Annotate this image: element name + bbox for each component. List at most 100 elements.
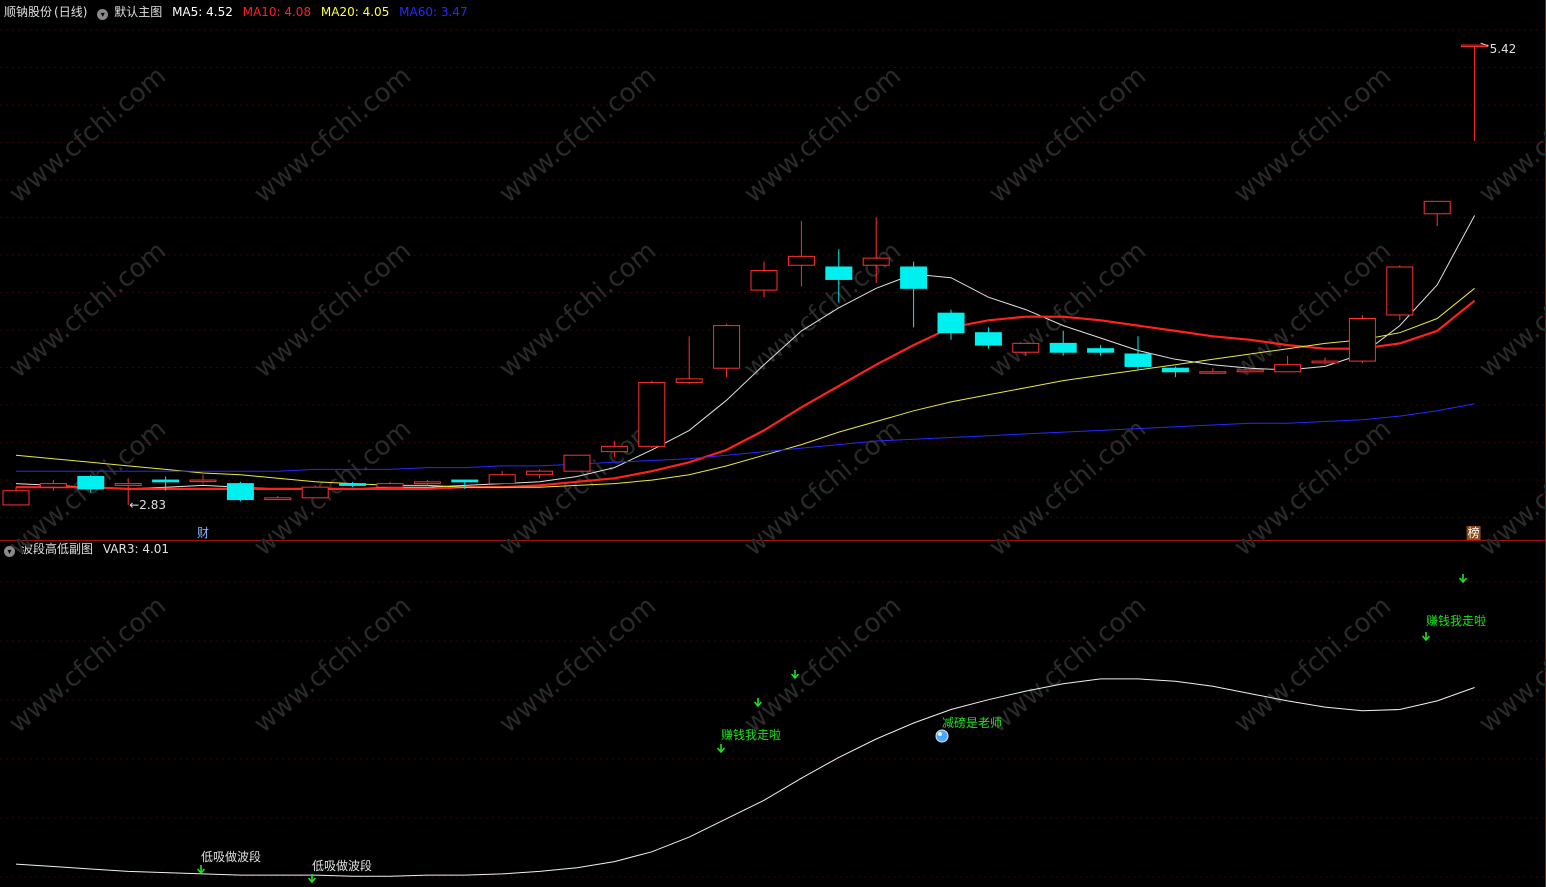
- candle-body: [39, 483, 67, 488]
- candlestick[interactable]: [413, 480, 441, 486]
- down-arrow-icon: [716, 744, 726, 754]
- watermark-text: www.cfchi.com: [3, 61, 172, 209]
- candle-body: [1423, 200, 1451, 215]
- candle-body: [1236, 369, 1264, 373]
- high-price-label: 5.42: [1490, 42, 1517, 56]
- candle-body: [152, 479, 180, 483]
- watermark-text: www.cfchi.com: [1473, 414, 1546, 562]
- watermark-text: www.cfchi.com: [983, 61, 1152, 209]
- candlestick[interactable]: [226, 481, 254, 502]
- signal-label: 减磅是老师: [942, 715, 1002, 730]
- candlestick[interactable]: [1161, 366, 1189, 378]
- candle-body: [77, 476, 105, 490]
- watermark-text: www.cfchi.com: [983, 414, 1152, 562]
- candlestick[interactable]: [937, 309, 965, 340]
- candle-body: [974, 332, 1002, 346]
- candle-body: [301, 486, 329, 499]
- finance-marker[interactable]: 财: [197, 526, 209, 540]
- watermark-text: www.cfchi.com: [493, 591, 662, 739]
- candlestick[interactable]: [301, 485, 329, 499]
- candle-body: [1199, 371, 1227, 374]
- watermark-text: www.cfchi.com: [983, 591, 1152, 739]
- candle-body: [937, 312, 965, 334]
- candlestick[interactable]: [264, 496, 292, 501]
- candle-body: [638, 381, 666, 447]
- down-arrow-icon: [196, 865, 206, 875]
- candlestick[interactable]: [787, 220, 815, 287]
- candle-body: [563, 454, 591, 472]
- candle-body: [1049, 342, 1077, 353]
- watermark-text: www.cfchi.com: [248, 236, 417, 384]
- candlestick[interactable]: [1087, 345, 1115, 356]
- watermark-text: www.cfchi.com: [1228, 591, 1397, 739]
- candlestick[interactable]: [376, 481, 404, 488]
- watermark-text: www.cfchi.com: [1473, 61, 1546, 209]
- watermark-text: www.cfchi.com: [248, 591, 417, 739]
- candlestick[interactable]: [1199, 368, 1227, 374]
- down-arrow-icon: [1421, 632, 1431, 642]
- candle-body: [413, 481, 441, 485]
- watermark-text: www.cfchi.com: [1473, 236, 1546, 384]
- candle-body: [451, 479, 479, 483]
- candle-body: [1012, 342, 1040, 353]
- candle-body: [825, 266, 853, 280]
- candlestick[interactable]: [1348, 314, 1376, 363]
- candlestick[interactable]: [488, 471, 516, 485]
- candle-body: [1124, 353, 1152, 367]
- candle-body: [1274, 364, 1302, 373]
- watermark-text: www.cfchi.com: [738, 61, 907, 209]
- candlestick[interactable]: [563, 454, 591, 472]
- candlestick[interactable]: [974, 327, 1002, 349]
- candlestick[interactable]: [750, 261, 778, 298]
- candle-body: [1311, 360, 1339, 364]
- candle-body: [1087, 348, 1115, 353]
- candlestick[interactable]: [638, 380, 666, 449]
- candle-body: [488, 474, 516, 485]
- candle-body: [2, 490, 30, 506]
- candle-body: [675, 378, 703, 383]
- watermark-text: www.cfchi.com: [493, 236, 662, 384]
- candlestick[interactable]: [675, 336, 703, 385]
- candlestick[interactable]: [1386, 265, 1414, 321]
- candle-body: [189, 479, 217, 483]
- signal-label: 赚钱我走啦: [721, 727, 781, 742]
- candlestick[interactable]: [900, 261, 928, 328]
- candle-body: [1461, 44, 1489, 48]
- watermarks: www.cfchi.com www.cfchi.com www.cfchi.com w…: [3, 61, 1546, 739]
- watermark-text: www.cfchi.com: [738, 414, 907, 562]
- candle-body: [600, 445, 628, 453]
- candle-body: [376, 483, 404, 488]
- bang-marker[interactable]: 榜: [1468, 525, 1480, 540]
- ma60-line: [16, 403, 1475, 472]
- watermark-text: www.cfchi.com: [493, 61, 662, 209]
- down-arrow-icon: [1458, 574, 1468, 584]
- signal-label: 低吸做波段: [201, 849, 261, 864]
- watermark-text: www.cfchi.com: [3, 236, 172, 384]
- candle-body: [226, 483, 254, 501]
- candle-body: [787, 255, 815, 266]
- watermark-text: www.cfchi.com: [1228, 414, 1397, 562]
- signal-label: 赚钱我走啦: [1426, 613, 1486, 628]
- candle-body: [264, 497, 292, 501]
- watermark-text: www.cfchi.com: [3, 591, 172, 739]
- candlestick[interactable]: [1423, 200, 1451, 227]
- candlestick[interactable]: [526, 469, 554, 479]
- candlestick[interactable]: [2, 487, 30, 506]
- candlesticks[interactable]: [2, 44, 1489, 506]
- watermark-text: www.cfchi.com: [1228, 61, 1397, 209]
- candle-body: [750, 270, 778, 291]
- ma20-line: [15, 287, 1475, 488]
- candle-body: [1161, 367, 1189, 373]
- candlestick[interactable]: [713, 323, 741, 378]
- sub-chart: 低吸做波段低吸做波段赚钱我走啦减磅是老师赚钱我走啦: [15, 574, 1486, 884]
- candlestick[interactable]: [1461, 44, 1489, 141]
- kline-chart[interactable]: www.cfchi.com www.cfchi.com www.cfchi.com w…: [0, 0, 1546, 887]
- candle-body: [713, 325, 741, 369]
- candle-body: [526, 470, 554, 476]
- signal-label: 低吸做波段: [312, 858, 372, 873]
- candle-body: [339, 483, 367, 486]
- candlestick[interactable]: [189, 474, 217, 484]
- low-price-label: ←2.83: [129, 498, 166, 512]
- signal-ball-highlight: [938, 732, 942, 736]
- watermark-text: www.cfchi.com: [248, 61, 417, 209]
